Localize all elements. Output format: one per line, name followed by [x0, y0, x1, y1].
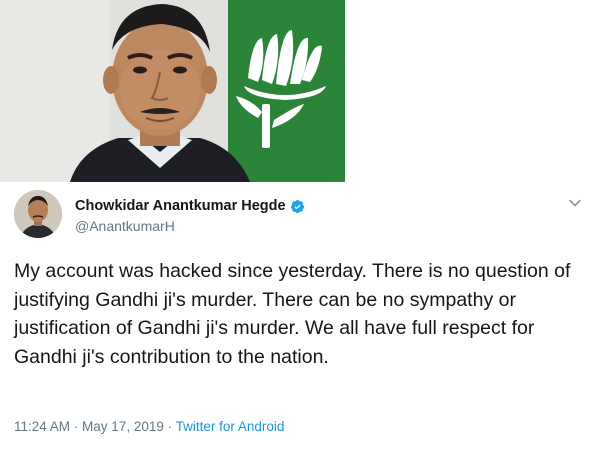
- display-name[interactable]: Chowkidar Anantkumar Hegde: [75, 198, 286, 214]
- tweet-date[interactable]: May 17, 2019: [82, 419, 164, 434]
- handle[interactable]: @AnantkumarH: [75, 218, 305, 234]
- author-info: Chowkidar Anantkumar Hegde @AnantkumarH: [75, 197, 305, 234]
- news-photo: [0, 0, 345, 182]
- meta-separator: ·: [70, 419, 83, 434]
- tweet-time[interactable]: 11:24 AM: [14, 419, 70, 434]
- meta-separator-2: ·: [163, 419, 176, 434]
- tweet-text: My account was hacked since yesterday. T…: [14, 260, 571, 368]
- news-photo-illustration: [0, 0, 345, 182]
- display-name-row: Chowkidar Anantkumar Hegde: [75, 197, 305, 215]
- tweet-header: Chowkidar Anantkumar Hegde @AnantkumarH: [14, 190, 586, 240]
- verified-badge-icon: [290, 199, 304, 213]
- avatar-image: [14, 190, 62, 238]
- chevron-down-icon[interactable]: [568, 196, 582, 210]
- tweet-meta: 11:24 AM · May 17, 2019 · Twitter for An…: [14, 419, 284, 434]
- screenshot-canvas: Chowkidar Anantkumar Hegde @AnantkumarH …: [0, 0, 600, 450]
- tweet-source-link[interactable]: Twitter for Android: [176, 419, 285, 434]
- avatar[interactable]: [14, 190, 62, 238]
